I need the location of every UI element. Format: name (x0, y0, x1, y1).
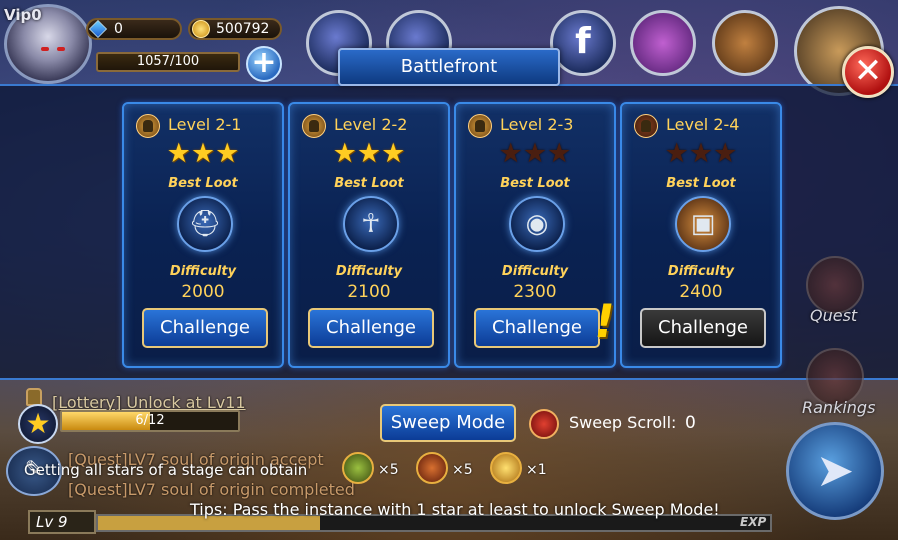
level-card: Level 2-1 ★★★ Best Loot ⛑ Difficulty 200… (122, 102, 284, 368)
gem-value: 0 (114, 21, 123, 37)
difficulty-value: 2400 (679, 282, 723, 302)
store-chest-icon[interactable] (712, 10, 778, 76)
alert-icon: ! (589, 294, 620, 348)
stars-badge-icon: ★ (18, 404, 58, 444)
challenge-button[interactable]: Challenge (474, 308, 600, 348)
star-icon: ★ (356, 138, 382, 169)
star-icon: ★ (332, 138, 357, 169)
star-empty-icon: ★ (498, 138, 523, 169)
level-card: Level 2-2 ★★★ Best Loot ☥ Difficulty 210… (288, 102, 450, 368)
armor-icon[interactable]: ◉ (509, 196, 565, 252)
sweep-scroll-icon (529, 409, 559, 439)
level-name: Level 2-1 (168, 115, 242, 134)
panel-title: Battlefront (338, 48, 560, 86)
gold-value: 500792 (216, 21, 270, 37)
stars-progress-text: 6/12 (135, 413, 165, 428)
star-icon: ★ (215, 138, 240, 169)
star-rating: ★★★ (124, 140, 282, 168)
star-icon: ★ (190, 138, 216, 169)
exp-label: EXP (740, 515, 767, 529)
star-empty-icon: ★ (547, 138, 572, 169)
avatar-eye (57, 47, 65, 51)
energy-bar: 1057/100 (96, 52, 240, 72)
close-button[interactable]: ✕ (842, 46, 894, 98)
challenge-button-locked[interactable]: Challenge (640, 308, 766, 348)
helmet-icon[interactable]: ⛑ (177, 196, 233, 252)
reward-qty: ×1 (526, 462, 547, 478)
rewards-icon[interactable] (630, 10, 696, 76)
difficulty-label: Difficulty (667, 264, 735, 279)
star-empty-icon: ★ (522, 138, 548, 169)
difficulty-value: 2000 (181, 282, 225, 302)
tips-text: Tips: Pass the instance with 1 star at l… (190, 500, 720, 519)
level-name: Level 2-3 (500, 115, 574, 134)
difficulty-value: 2100 (347, 282, 391, 302)
reward-qty: ×5 (378, 462, 399, 478)
meat-icon (416, 452, 448, 484)
herb-icon (342, 452, 374, 484)
star-empty-icon: ★ (688, 138, 714, 169)
stars-progress-bar: 6/12 (60, 410, 240, 432)
gem-counter[interactable]: 0 (86, 18, 182, 40)
level-emblem-icon (468, 114, 492, 138)
best-loot-label: Best Loot (666, 176, 736, 191)
avatar-eye (41, 47, 49, 51)
rankings-label[interactable]: Rankings (802, 398, 875, 417)
level-emblem-icon (136, 114, 160, 138)
star-empty-icon: ★ (713, 138, 738, 169)
sweep-scroll-count: 0 (685, 413, 696, 433)
gold-coin-icon (192, 20, 210, 38)
sweep-scroll-label: Sweep Scroll: (569, 413, 677, 432)
difficulty-label: Difficulty (169, 264, 237, 279)
quest-completed-line: [Quest]LV7 soul of origin completed (68, 480, 355, 499)
reward-qty: ×5 (452, 462, 473, 478)
quest-label[interactable]: Quest (810, 306, 857, 325)
star-empty-icon: ★ (664, 138, 689, 169)
star-icon: ★ (381, 138, 406, 169)
add-energy-button[interactable]: + (246, 46, 282, 82)
chest-armor-icon[interactable]: ▣ (675, 196, 731, 252)
level-card: Level 2-3 ★★★ Best Loot ◉ Difficulty 230… (454, 102, 620, 368)
challenge-button[interactable]: Challenge (142, 308, 268, 348)
star-rating: ★★★ (622, 140, 780, 168)
challenge-button[interactable]: Challenge (308, 308, 434, 348)
star-rating: ★★★ (456, 140, 614, 168)
best-loot-label: Best Loot (168, 176, 238, 191)
level-name: Level 2-4 (666, 115, 740, 134)
gold-coin-icon (490, 452, 522, 484)
sweep-mode-button[interactable]: Sweep Mode (380, 404, 516, 442)
difficulty-label: Difficulty (335, 264, 403, 279)
gem-icon (88, 19, 108, 39)
level-emblem-icon (302, 114, 326, 138)
amulet-icon[interactable]: ☥ (343, 196, 399, 252)
attack-button[interactable]: ➤ (786, 422, 884, 520)
stars-reward-hint: Getting all stars of a stage can obtain (24, 461, 308, 479)
best-loot-label: Best Loot (334, 176, 404, 191)
level-emblem-icon (634, 114, 658, 138)
vip-label: Vip0 (4, 6, 42, 24)
level-name: Level 2-2 (334, 115, 408, 134)
level-card: Level 2-4 ★★★ Best Loot ▣ Difficulty 240… (620, 102, 782, 368)
difficulty-label: Difficulty (501, 264, 569, 279)
player-level: Lv 9 (28, 510, 96, 534)
star-rating: ★★★ (290, 140, 448, 168)
star-icon: ★ (166, 138, 191, 169)
gold-counter[interactable]: 500792 (188, 18, 282, 40)
best-loot-label: Best Loot (500, 176, 570, 191)
difficulty-value: 2300 (513, 282, 557, 302)
